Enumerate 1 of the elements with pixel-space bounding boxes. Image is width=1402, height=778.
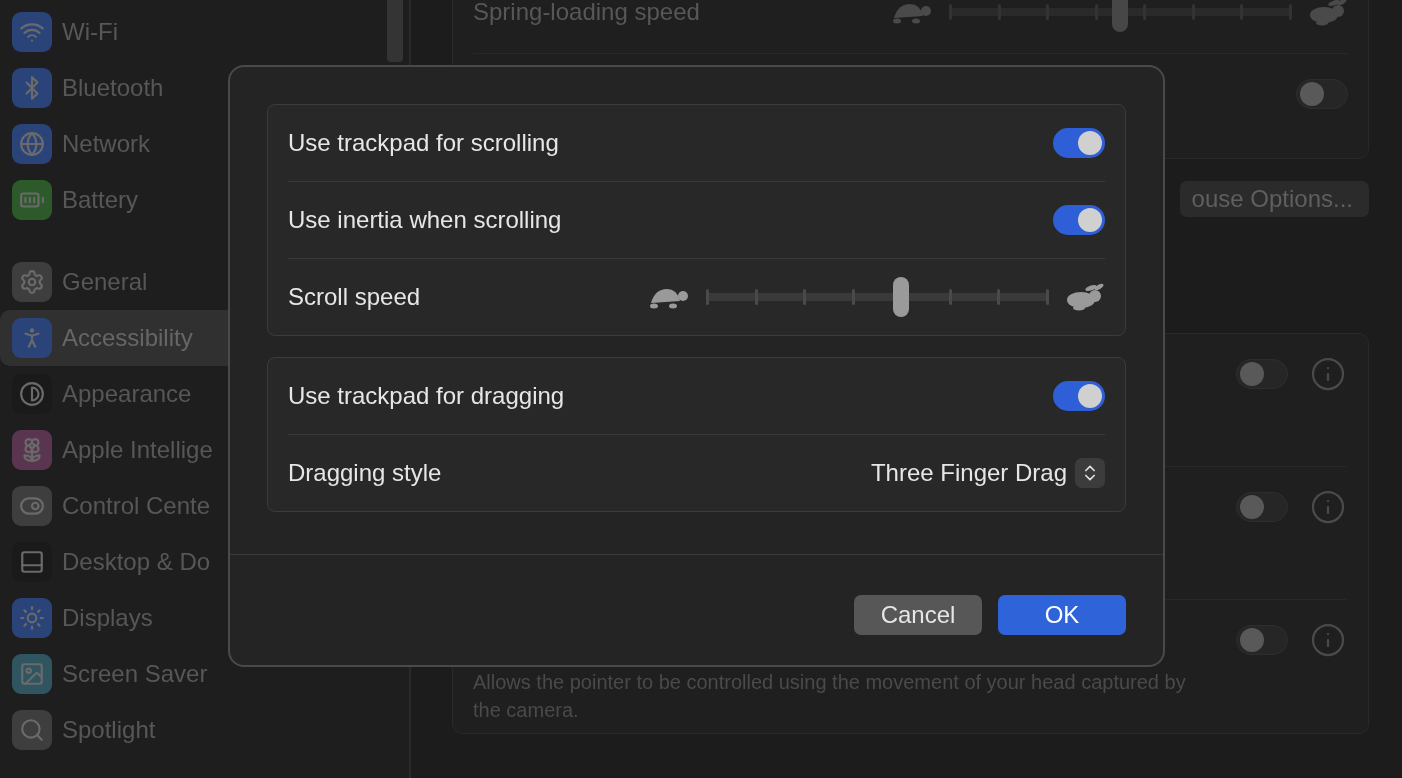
setting-label: Spring-loading speed <box>473 0 700 27</box>
